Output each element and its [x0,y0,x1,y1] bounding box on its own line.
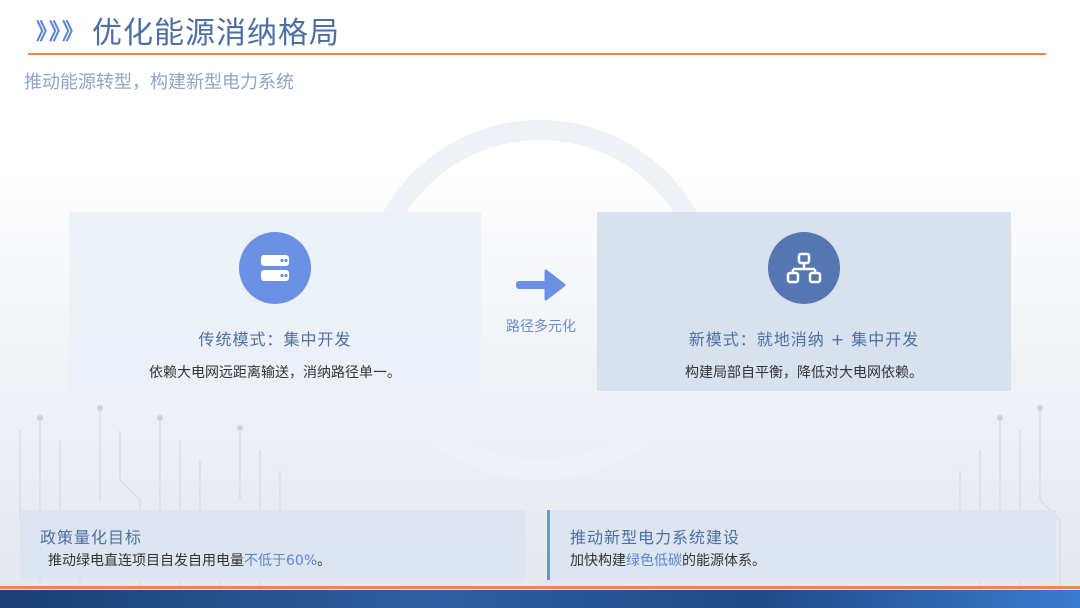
box-description: 推动绿电直连项目自发自用电量不低于60%。 [48,550,331,570]
desc-suffix: 的能源体系。 [682,553,766,569]
box-title: 政策量化目标 [40,528,143,547]
network-icon [768,232,840,304]
desc-prefix: 推动绿电直连项目自发自用电量 [48,553,244,569]
card-title: 新模式：就地消纳 + 集中开发 [688,330,920,349]
card-description: 依赖大电网远距离输送，消纳路径单一。 [149,365,401,381]
box-title: 推动新型电力系统建设 [570,528,741,547]
transition-label: 路径多元化 [506,319,576,335]
page-title: 优化能源消纳格局 [92,16,341,51]
box-description: 加快构建绿色低碳的能源体系。 [570,550,766,570]
desc-highlight: 不低于60% [244,553,318,569]
footer-accent-line [0,586,1080,589]
title-row: 》》》 优化能源消纳格局 [36,10,341,51]
chevrons-icon: 》》》 [36,20,87,45]
power-system-box: 推动新型电力系统建设 加快构建绿色低碳的能源体系。 [547,510,1056,580]
server-icon [239,232,311,304]
page-subtitle: 推动能源转型，构建新型电力系统 [24,72,294,93]
card-traditional-mode: 传统模式：集中开发 依赖大电网远距离输送，消纳路径单一。 [69,212,481,391]
card-title: 传统模式：集中开发 [198,330,352,349]
desc-highlight: 绿色低碳 [626,553,682,569]
footer-bar [0,590,1080,608]
policy-target-box: 政策量化目标 推动绿电直连项目自发自用电量不低于60%。 [20,510,526,580]
arrow-right-icon [500,268,582,306]
desc-suffix: 。 [317,553,332,569]
desc-prefix: 加快构建 [570,553,626,569]
title-divider [28,53,1046,55]
card-description: 构建局部自平衡，降低对大电网依赖。 [685,365,923,381]
card-new-mode: 新模式：就地消纳 + 集中开发 构建局部自平衡，降低对大电网依赖。 [597,212,1011,391]
